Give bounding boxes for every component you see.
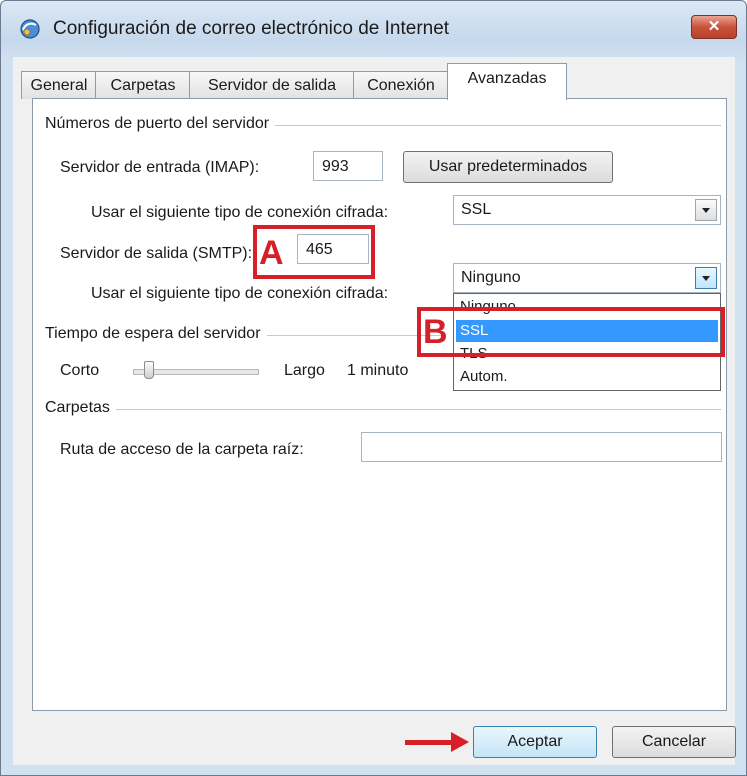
folders-group-label: Carpetas bbox=[45, 399, 116, 417]
root-folder-path-input[interactable] bbox=[361, 432, 722, 462]
dialog-window: Configuración de correo electrónico de I… bbox=[0, 0, 747, 776]
incoming-encryption-label: Usar el siguiente tipo de conexión cifra… bbox=[91, 204, 389, 221]
tab-avanzadas[interactable]: Avanzadas bbox=[447, 63, 567, 100]
timeout-short-label: Corto bbox=[60, 362, 100, 379]
timeout-group-label: Tiempo de espera del servidor bbox=[45, 325, 267, 343]
tab-general[interactable]: General bbox=[21, 71, 97, 99]
folders-group-line bbox=[45, 409, 721, 410]
window-title: Configuración de correo electrónico de I… bbox=[53, 18, 450, 39]
outgoing-encryption-select[interactable]: Ninguno bbox=[453, 263, 721, 293]
incoming-encryption-value: SSL bbox=[461, 201, 492, 218]
tab-panel-avanzadas bbox=[32, 98, 727, 711]
annotation-a-letter: A bbox=[259, 234, 284, 272]
incoming-port-input[interactable]: 993 bbox=[313, 151, 383, 181]
timeout-long-label: Largo bbox=[284, 362, 325, 379]
annotation-arrow-icon bbox=[451, 732, 469, 752]
ports-group-label: Números de puerto del servidor bbox=[45, 115, 276, 133]
use-defaults-button[interactable]: Usar predeterminados bbox=[403, 151, 613, 183]
incoming-encryption-select[interactable]: SSL bbox=[453, 195, 721, 225]
outgoing-encryption-label: Usar el siguiente tipo de conexión cifra… bbox=[91, 285, 389, 302]
title-bar[interactable]: Configuración de correo electrónico de I… bbox=[1, 1, 746, 57]
root-folder-path-label: Ruta de acceso de la carpeta raíz: bbox=[60, 441, 304, 458]
tab-conexion[interactable]: Conexión bbox=[353, 71, 449, 99]
chevron-down-icon[interactable] bbox=[695, 199, 717, 221]
outgoing-encryption-value: Ninguno bbox=[461, 269, 521, 286]
ok-button[interactable]: Aceptar bbox=[473, 726, 597, 758]
cancel-button[interactable]: Cancelar bbox=[612, 726, 736, 758]
annotation-b-box bbox=[417, 307, 725, 357]
outgoing-server-label: Servidor de salida (SMTP): bbox=[60, 245, 253, 262]
annotation-b-letter: B bbox=[423, 313, 448, 351]
outlook-settings-icon bbox=[20, 19, 40, 39]
annotation-arrow-line bbox=[405, 740, 453, 745]
incoming-server-label: Servidor de entrada (IMAP): bbox=[60, 159, 260, 176]
close-button[interactable]: ✕ bbox=[691, 15, 737, 39]
tab-carpetas[interactable]: Carpetas bbox=[95, 71, 191, 99]
chevron-down-icon[interactable] bbox=[695, 267, 717, 289]
option-autom[interactable]: Autom. bbox=[456, 366, 718, 388]
tab-servidor-de-salida[interactable]: Servidor de salida bbox=[189, 71, 355, 99]
timeout-slider-thumb[interactable] bbox=[144, 361, 154, 379]
timeout-value-label: 1 minuto bbox=[347, 362, 409, 379]
